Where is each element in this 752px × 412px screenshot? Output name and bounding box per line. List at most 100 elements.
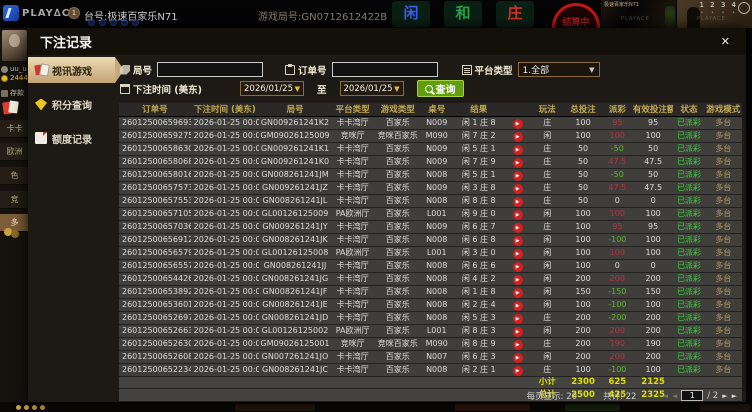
play-video-icon[interactable]: ▶	[512, 196, 523, 207]
play-video-icon[interactable]: ▶	[512, 248, 523, 259]
bet-zone-banker[interactable]: 庄	[496, 1, 534, 27]
play-video-icon[interactable]: ▶	[512, 274, 523, 285]
user-avatar[interactable]	[2, 30, 27, 61]
first-page-button[interactable]: ◄	[662, 392, 667, 400]
lobby-tab-kaka[interactable]: 卡卡	[0, 120, 29, 138]
play-video-icon[interactable]: ▶	[512, 157, 523, 168]
cell-wager: 庄	[543, 183, 552, 192]
cell-wager: 庄	[543, 365, 552, 374]
table-row[interactable]: 260125006570367 2026-01-25 00:05:56 GN00…	[119, 220, 742, 233]
cards-icon	[3, 101, 19, 114]
cell-result: 闲 6 庄 6	[461, 261, 496, 270]
table-row[interactable]: 260125006580166 2026-01-25 00:07:01 GN00…	[119, 168, 742, 181]
cell-mode: 多台	[715, 261, 732, 270]
play-video-icon[interactable]: ▶	[512, 261, 523, 272]
play-video-icon[interactable]: ▶	[512, 131, 523, 142]
play-video-icon[interactable]: ▶	[512, 352, 523, 363]
date-from-picker[interactable]: 2026/01/25 ▼	[240, 81, 304, 96]
table-row[interactable]: 260125006596934 2026-01-25 00:08:41 GN00…	[119, 116, 742, 129]
table-row[interactable]: 260125006536018 2026-01-25 00:02:07 GN00…	[119, 298, 742, 311]
cell-order: 260125006575532	[122, 196, 191, 205]
cell-status: 已派彩	[676, 131, 701, 140]
date-to-label: 至	[317, 84, 327, 96]
sidebar-item-quota-records[interactable]: 额度记录	[28, 125, 115, 151]
play-video-icon[interactable]: ▶	[512, 183, 523, 194]
cell-bet: 100	[575, 300, 591, 309]
table-row[interactable]: 260125006526307 2026-01-25 00:00:59 GM09…	[119, 337, 742, 350]
table-row[interactable]: 260125006538924 2026-01-25 00:02:10 GN00…	[119, 285, 742, 298]
cell-order: 260125006580166	[122, 170, 191, 179]
play-video-icon[interactable]: ▶	[512, 209, 523, 220]
play-video-icon[interactable]: ▶	[512, 170, 523, 181]
lobby-tab-sedie[interactable]: 色	[0, 167, 29, 185]
play-video-icon[interactable]: ▶	[512, 339, 523, 350]
platform-type-select[interactable]: 1.全部 ▼	[517, 62, 600, 77]
play-video-icon[interactable]: ▶	[512, 235, 523, 246]
subtotal-bet: 2300	[571, 376, 595, 387]
date-to-picker[interactable]: 2026/01/25 ▼	[339, 81, 404, 96]
cell-payout: -100	[608, 365, 627, 374]
sidebar-item-video-games[interactable]: 视讯游戏	[28, 57, 124, 83]
cell-platform: 卡卡湾厅	[336, 170, 369, 179]
play-video-icon[interactable]: ▶	[512, 313, 523, 324]
next-page-button[interactable]: ►	[722, 392, 727, 400]
cell-valid: 100	[645, 248, 661, 257]
game-ui-fragment	[235, 404, 315, 411]
table-row[interactable]: 260125006586301 2026-01-25 00:07:40 GN00…	[119, 142, 742, 155]
table-row[interactable]: 260125006580683 2026-01-25 00:07:03 GN00…	[119, 155, 742, 168]
play-video-icon[interactable]: ▶	[512, 144, 523, 155]
table-row[interactable]: 260125006526976 2026-01-25 00:01:04 GN00…	[119, 311, 742, 324]
cell-status: 已派彩	[676, 326, 701, 335]
cell-round: GN008261241JM	[261, 170, 329, 179]
search-button[interactable]: 查询	[416, 80, 464, 97]
table-row[interactable]: 260125006522345 2026-01-25 00:00:31 GN00…	[119, 363, 742, 376]
cell-bet: 100	[575, 261, 591, 270]
table-row[interactable]: 260125006565575 2026-01-25 00:05:28 GN00…	[119, 259, 742, 272]
cell-status: 已派彩	[676, 222, 701, 231]
cell-result: 闲 1 庄 8	[461, 287, 496, 296]
table-row[interactable]: 260125006565796 2026-01-25 00:05:30 GL00…	[119, 246, 742, 259]
subtotal-valid: 2125	[641, 376, 665, 387]
column-header: 局号	[259, 103, 331, 117]
order-number-input[interactable]	[331, 62, 438, 77]
table-row[interactable]: 260125006526084 2026-01-25 00:00:58 GN00…	[119, 350, 742, 363]
play-video-icon[interactable]: ▶	[512, 118, 523, 129]
sidebar-item-label: 额度记录	[52, 134, 92, 146]
play-video-icon[interactable]: ▶	[512, 300, 523, 311]
last-page-button[interactable]: ►	[732, 392, 737, 400]
bet-zone-tie[interactable]: 和	[444, 1, 482, 27]
round-number-input[interactable]	[157, 62, 264, 77]
video-tile[interactable]: 极速百家乐N71 PLAYACE	[600, 0, 676, 28]
play-video-icon[interactable]: ▶	[512, 365, 523, 376]
game-round-label: 游戏局号:GN0712612422B	[258, 12, 388, 23]
table-row[interactable]: 260125006575731 2026-01-25 00:06:30 GN00…	[119, 181, 742, 194]
cell-mode: 多台	[715, 209, 732, 218]
cell-platform: PA欧洲厅	[335, 326, 370, 335]
lobby-tab-jingmi[interactable]: 竞	[0, 191, 29, 209]
play-video-icon[interactable]: ▶	[512, 287, 523, 298]
table-row[interactable]: 260125006571052 2026-01-25 00:06:02 GL00…	[119, 207, 742, 220]
cell-valid: 100	[645, 365, 661, 374]
page-number-input[interactable]: 1	[681, 390, 704, 401]
table-row[interactable]: 260125006592754 2026-01-25 00:08:17 GM09…	[119, 129, 742, 142]
cell-wager: 闲	[543, 131, 552, 140]
table-row[interactable]: 260125006544267 2026-01-25 00:03:05 GN00…	[119, 272, 742, 285]
table-row[interactable]: 260125006569129 2026-01-25 00:05:49 GN00…	[119, 233, 742, 246]
cell-wager: 闲	[543, 274, 552, 283]
deposit-label[interactable]: 存款	[10, 88, 24, 98]
cell-game: 百家乐	[385, 144, 410, 153]
lobby-tab-europe[interactable]: 欧洲	[0, 143, 29, 161]
play-video-icon[interactable]: ▶	[512, 326, 523, 337]
cell-round: GN008261241JK	[262, 235, 328, 244]
table-row[interactable]: 260125006575532 2026-01-25 00:06:29 GN00…	[119, 194, 742, 207]
bet-zone-player[interactable]: 闲	[392, 1, 430, 27]
column-header: 桌号	[421, 103, 453, 117]
video-tile[interactable]: 1 2 3 4 • • • • PLAYACE	[676, 0, 752, 28]
table-row[interactable]: 260125006526632 2026-01-25 00:01:02 GL00…	[119, 324, 742, 337]
prev-page-button[interactable]: ◄	[672, 392, 677, 400]
close-icon[interactable]: ✕	[717, 33, 734, 50]
play-video-icon[interactable]: ▶	[512, 222, 523, 233]
platform-filter-label: 平台类型	[461, 63, 513, 77]
sidebar-item-points-query[interactable]: 积分查询	[28, 91, 115, 117]
cell-result: 闲 9 庄 0	[461, 209, 496, 218]
